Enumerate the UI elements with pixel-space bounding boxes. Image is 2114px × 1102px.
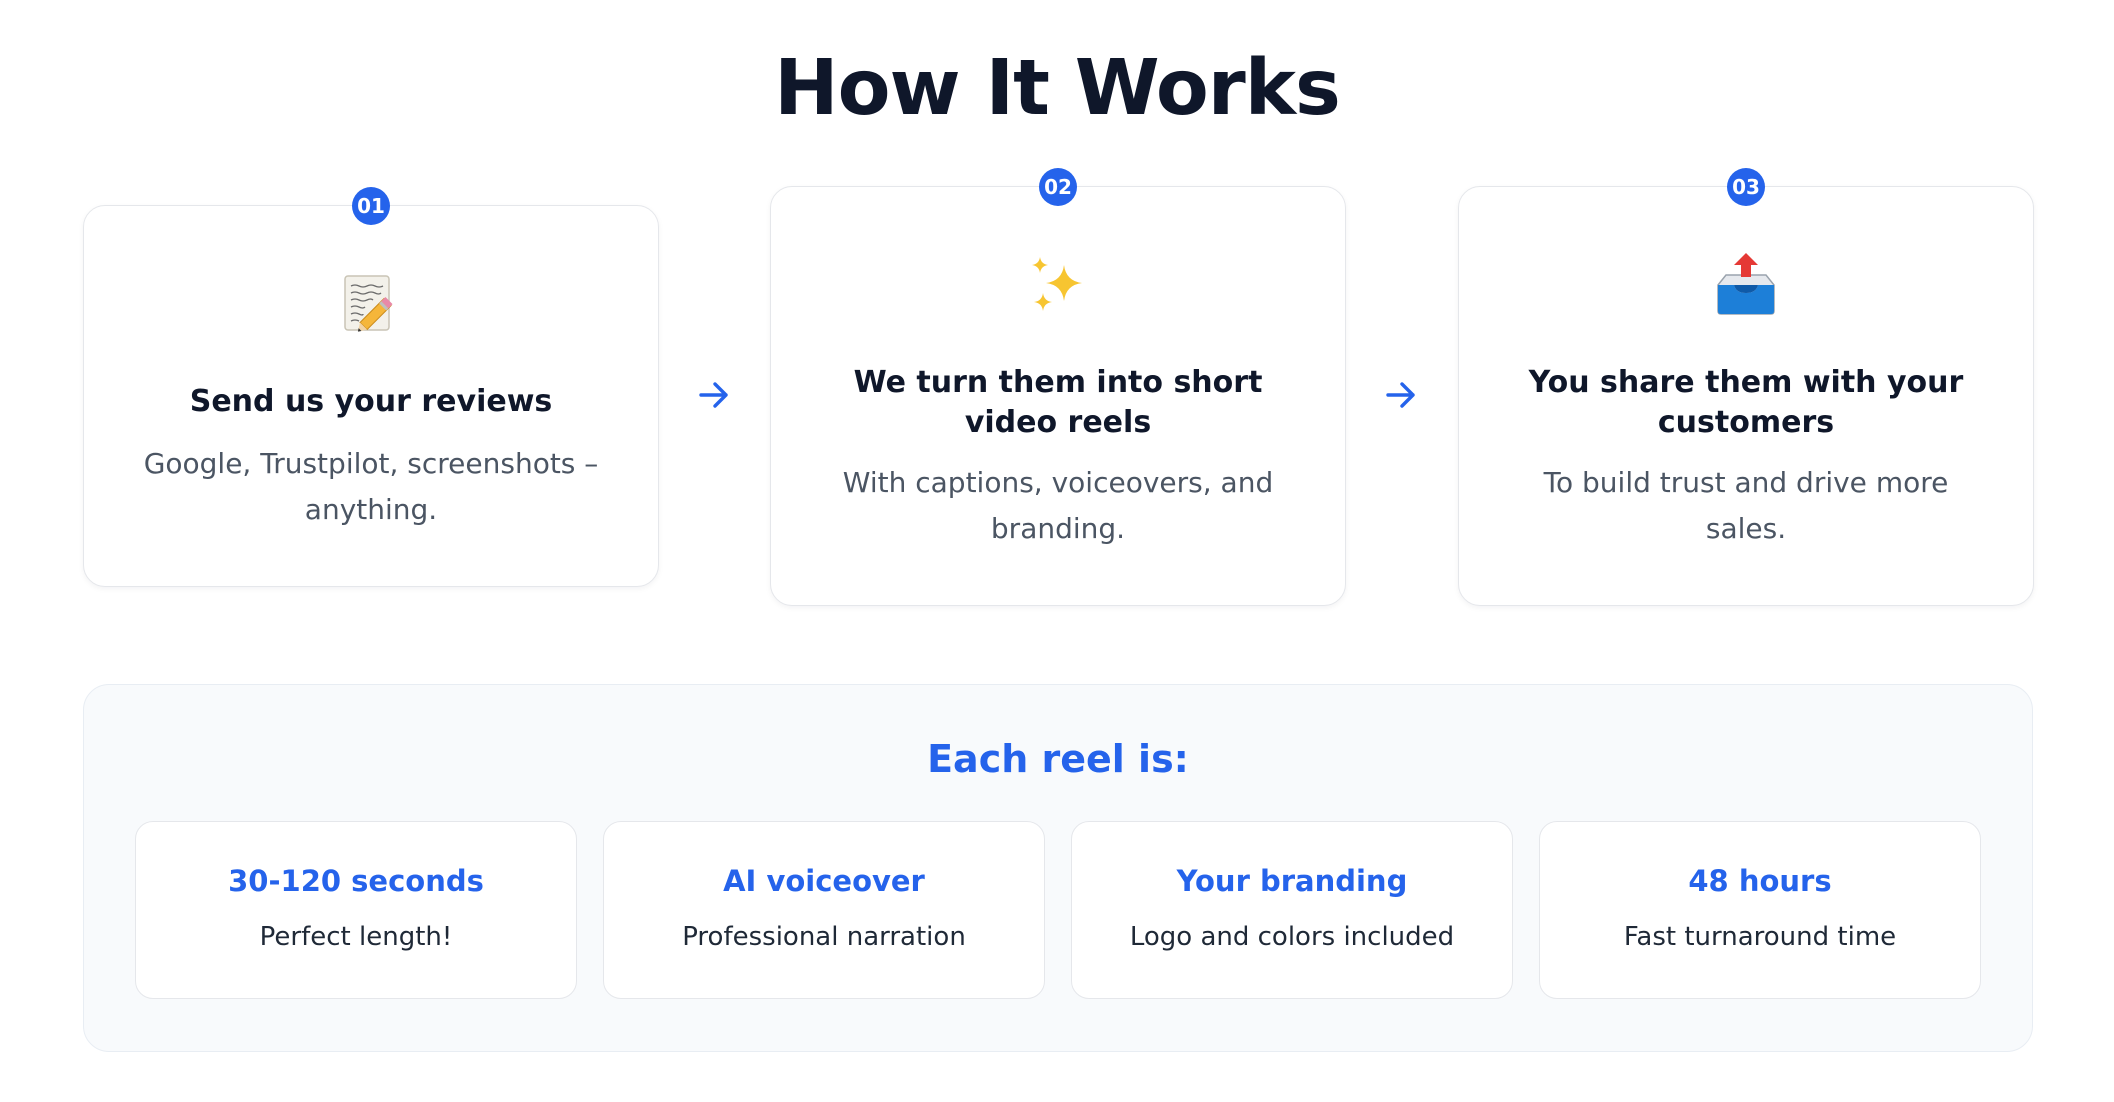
arrow-right-icon [699,382,728,408]
step-title: You share them with your customers [1528,365,1964,440]
step-title: We turn them into short video reels [853,365,1263,440]
arrow-right-icon [1386,382,1415,408]
feature-title: 30-120 seconds [228,864,484,898]
feature-description: Fast turnaround time [1623,922,1897,952]
step-number-badge: 02 [1039,168,1077,206]
page-title: How It Works [774,44,1341,133]
how-it-works-section: How It Works 01 Send us your reviews Goo… [0,0,2114,1102]
feature-title: AI voiceover [723,864,925,898]
feature-description: Logo and colors included [1129,922,1455,952]
step-card-3: 03 You share them with your customers To… [1458,168,2034,606]
feature-title: Your branding [1176,864,1408,898]
step-number-badge: 03 [1727,168,1765,206]
memo-icon [344,275,393,332]
feature-description: Professional narration [682,922,966,952]
step-description: To build trust and drive more sales. [1543,466,1949,545]
feature-card-branding: Your branding Logo and colors included [1071,821,1513,999]
feature-description: Perfect length! [259,922,453,952]
step-number-badge: 01 [352,187,390,225]
feature-card-turnaround: 48 hours Fast turnaround time [1539,821,1981,999]
step-description: Google, Trustpilot, screenshots – anythi… [143,447,599,526]
features-title: Each reel is: [927,737,1189,781]
step-description: With captions, voiceovers, and branding. [842,466,1274,545]
step-card-1: 01 Send us your reviews Google, Trustpil… [83,187,659,587]
outbox-tray-icon [1717,253,1775,315]
step-title: Send us your reviews [189,384,553,419]
step-card-2: 02 We turn them into short video reels W… [770,168,1346,606]
feature-card-voiceover: AI voiceover Professional narration [603,821,1045,999]
feature-title: 48 hours [1688,864,1832,898]
sparkles-icon [1032,257,1082,311]
feature-card-duration: 30-120 seconds Perfect length! [135,821,577,999]
features-panel: Each reel is: 30-120 seconds Perfect len… [83,684,2033,1052]
